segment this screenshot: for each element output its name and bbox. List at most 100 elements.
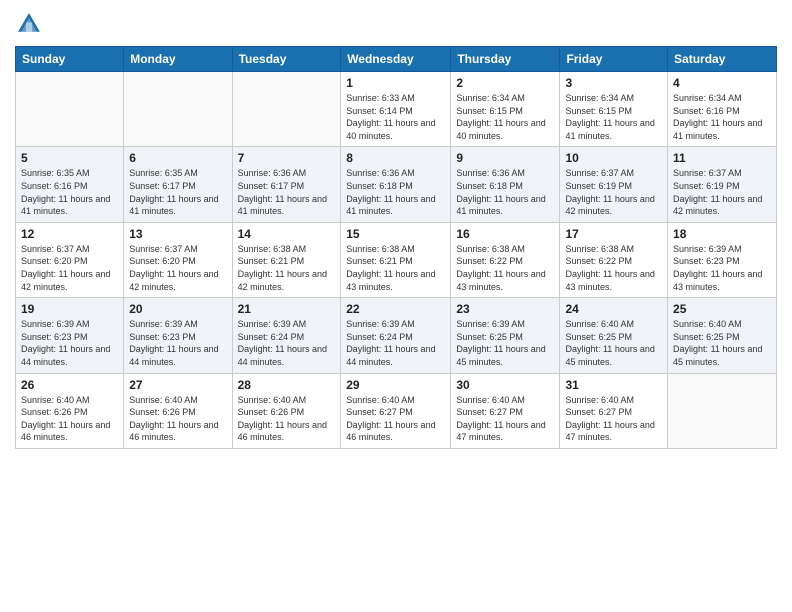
calendar-cell: 20Sunrise: 6:39 AMSunset: 6:23 PMDayligh… [124, 298, 232, 373]
weekday-header: Monday [124, 47, 232, 72]
day-number: 4 [673, 76, 771, 90]
day-info: Sunrise: 6:38 AMSunset: 6:22 PMDaylight:… [565, 243, 662, 293]
day-number: 12 [21, 227, 118, 241]
day-info: Sunrise: 6:36 AMSunset: 6:18 PMDaylight:… [346, 167, 445, 217]
calendar-cell: 27 Sunrise: 6:40 AMSunset: 6:26 PMDayligh… [124, 373, 232, 448]
calendar-header-row: SundayMondayTuesdayWednesdayThursdayFrid… [16, 47, 777, 72]
calendar-cell: 1Sunrise: 6:33 AMSunset: 6:14 PMDaylight… [341, 72, 451, 147]
calendar-cell: 28 Sunrise: 6:40 AMSunset: 6:26 PMDayligh… [232, 373, 341, 448]
day-info: Sunrise: 6:34 AMSunset: 6:16 PMDaylight:… [673, 92, 771, 142]
weekday-header: Saturday [668, 47, 777, 72]
day-number: 24 [565, 302, 662, 316]
calendar-cell: 7Sunrise: 6:36 AMSunset: 6:17 PMDaylight… [232, 147, 341, 222]
day-info: Sunrise: 6:39 AMSunset: 6:23 PMDaylight:… [129, 318, 226, 368]
day-info: Sunrise: 6:37 AMSunset: 6:19 PMDaylight:… [673, 167, 771, 217]
day-info: Sunrise: 6:37 AMSunset: 6:19 PMDaylight:… [565, 167, 662, 217]
day-number: 30 [456, 378, 554, 392]
calendar-cell [124, 72, 232, 147]
day-number: 19 [21, 302, 118, 316]
day-info: Sunrise: 6:35 AMSunset: 6:16 PMDaylight:… [21, 167, 118, 217]
day-number: 26 [21, 378, 118, 392]
day-number: 21 [238, 302, 336, 316]
calendar-cell: 29 Sunrise: 6:40 AMSunset: 6:27 PMDayligh… [341, 373, 451, 448]
page: SundayMondayTuesdayWednesdayThursdayFrid… [0, 0, 792, 612]
day-number: 28 [238, 378, 336, 392]
weekday-header: Sunday [16, 47, 124, 72]
calendar-cell: 16 Sunrise: 6:38 AMSunset: 6:22 PMDayligh… [451, 222, 560, 297]
calendar-cell: 9 Sunrise: 6:36 AMSunset: 6:18 PMDaylight… [451, 147, 560, 222]
day-info: Sunrise: 6:40 AMSunset: 6:26 PMDaylight:… [238, 394, 336, 444]
calendar-cell: 31Sunrise: 6:40 AMSunset: 6:27 PMDayligh… [560, 373, 668, 448]
calendar-cell: 26 Sunrise: 6:40 AMSunset: 6:26 PMDayligh… [16, 373, 124, 448]
day-info: Sunrise: 6:39 AMSunset: 6:24 PMDaylight:… [238, 318, 336, 368]
day-info: Sunrise: 6:38 AMSunset: 6:22 PMDaylight:… [456, 243, 554, 293]
day-info: Sunrise: 6:40 AMSunset: 6:27 PMDaylight:… [346, 394, 445, 444]
day-number: 13 [129, 227, 226, 241]
calendar-week-row: 5 Sunrise: 6:35 AMSunset: 6:16 PMDaylight… [16, 147, 777, 222]
day-number: 29 [346, 378, 445, 392]
day-number: 6 [129, 151, 226, 165]
calendar-cell: 12 Sunrise: 6:37 AMSunset: 6:20 PMDayligh… [16, 222, 124, 297]
day-number: 14 [238, 227, 336, 241]
day-number: 18 [673, 227, 771, 241]
day-info: Sunrise: 6:38 AMSunset: 6:21 PMDaylight:… [346, 243, 445, 293]
calendar-cell: 17Sunrise: 6:38 AMSunset: 6:22 PMDayligh… [560, 222, 668, 297]
day-number: 23 [456, 302, 554, 316]
calendar-cell: 23 Sunrise: 6:39 AMSunset: 6:25 PMDayligh… [451, 298, 560, 373]
day-number: 11 [673, 151, 771, 165]
day-info: Sunrise: 6:37 AMSunset: 6:20 PMDaylight:… [129, 243, 226, 293]
day-info: Sunrise: 6:37 AMSunset: 6:20 PMDaylight:… [21, 243, 118, 293]
calendar-cell [16, 72, 124, 147]
day-info: Sunrise: 6:36 AMSunset: 6:18 PMDaylight:… [456, 167, 554, 217]
day-info: Sunrise: 6:35 AMSunset: 6:17 PMDaylight:… [129, 167, 226, 217]
calendar-cell: 24 Sunrise: 6:40 AMSunset: 6:25 PMDayligh… [560, 298, 668, 373]
calendar-week-row: 12 Sunrise: 6:37 AMSunset: 6:20 PMDayligh… [16, 222, 777, 297]
calendar-cell: 13 Sunrise: 6:37 AMSunset: 6:20 PMDayligh… [124, 222, 232, 297]
calendar-cell: 10 Sunrise: 6:37 AMSunset: 6:19 PMDayligh… [560, 147, 668, 222]
calendar-cell: 30 Sunrise: 6:40 AMSunset: 6:27 PMDayligh… [451, 373, 560, 448]
day-number: 5 [21, 151, 118, 165]
day-number: 27 [129, 378, 226, 392]
day-info: Sunrise: 6:39 AMSunset: 6:23 PMDaylight:… [21, 318, 118, 368]
calendar-cell: 5 Sunrise: 6:35 AMSunset: 6:16 PMDaylight… [16, 147, 124, 222]
day-number: 8 [346, 151, 445, 165]
day-number: 16 [456, 227, 554, 241]
day-info: Sunrise: 6:39 AMSunset: 6:25 PMDaylight:… [456, 318, 554, 368]
calendar-cell: 2 Sunrise: 6:34 AMSunset: 6:15 PMDaylight… [451, 72, 560, 147]
day-info: Sunrise: 6:34 AMSunset: 6:15 PMDaylight:… [565, 92, 662, 142]
calendar-cell: 14 Sunrise: 6:38 AMSunset: 6:21 PMDayligh… [232, 222, 341, 297]
day-info: Sunrise: 6:34 AMSunset: 6:15 PMDaylight:… [456, 92, 554, 142]
day-number: 2 [456, 76, 554, 90]
day-number: 9 [456, 151, 554, 165]
calendar-cell: 25Sunrise: 6:40 AMSunset: 6:25 PMDayligh… [668, 298, 777, 373]
day-number: 15 [346, 227, 445, 241]
weekday-header: Wednesday [341, 47, 451, 72]
calendar-week-row: 26 Sunrise: 6:40 AMSunset: 6:26 PMDayligh… [16, 373, 777, 448]
day-number: 22 [346, 302, 445, 316]
day-info: Sunrise: 6:38 AMSunset: 6:21 PMDaylight:… [238, 243, 336, 293]
day-info: Sunrise: 6:40 AMSunset: 6:26 PMDaylight:… [21, 394, 118, 444]
calendar-cell: 8 Sunrise: 6:36 AMSunset: 6:18 PMDaylight… [341, 147, 451, 222]
calendar-cell: 4 Sunrise: 6:34 AMSunset: 6:16 PMDaylight… [668, 72, 777, 147]
logo-icon [15, 10, 43, 38]
calendar-cell [232, 72, 341, 147]
calendar-cell: 21 Sunrise: 6:39 AMSunset: 6:24 PMDayligh… [232, 298, 341, 373]
calendar-table: SundayMondayTuesdayWednesdayThursdayFrid… [15, 46, 777, 449]
day-info: Sunrise: 6:40 AMSunset: 6:25 PMDaylight:… [565, 318, 662, 368]
day-info: Sunrise: 6:40 AMSunset: 6:27 PMDaylight:… [456, 394, 554, 444]
weekday-header: Friday [560, 47, 668, 72]
header [15, 10, 777, 38]
calendar-cell: 15 Sunrise: 6:38 AMSunset: 6:21 PMDayligh… [341, 222, 451, 297]
day-number: 10 [565, 151, 662, 165]
logo [15, 10, 47, 38]
calendar-cell: 11 Sunrise: 6:37 AMSunset: 6:19 PMDayligh… [668, 147, 777, 222]
calendar-cell: 19 Sunrise: 6:39 AMSunset: 6:23 PMDayligh… [16, 298, 124, 373]
day-number: 3 [565, 76, 662, 90]
calendar-week-row: 19 Sunrise: 6:39 AMSunset: 6:23 PMDayligh… [16, 298, 777, 373]
calendar-week-row: 1Sunrise: 6:33 AMSunset: 6:14 PMDaylight… [16, 72, 777, 147]
calendar-cell: 3 Sunrise: 6:34 AMSunset: 6:15 PMDaylight… [560, 72, 668, 147]
day-info: Sunrise: 6:40 AMSunset: 6:26 PMDaylight:… [129, 394, 226, 444]
day-info: Sunrise: 6:33 AMSunset: 6:14 PMDaylight:… [346, 92, 445, 142]
weekday-header: Thursday [451, 47, 560, 72]
day-number: 25 [673, 302, 771, 316]
